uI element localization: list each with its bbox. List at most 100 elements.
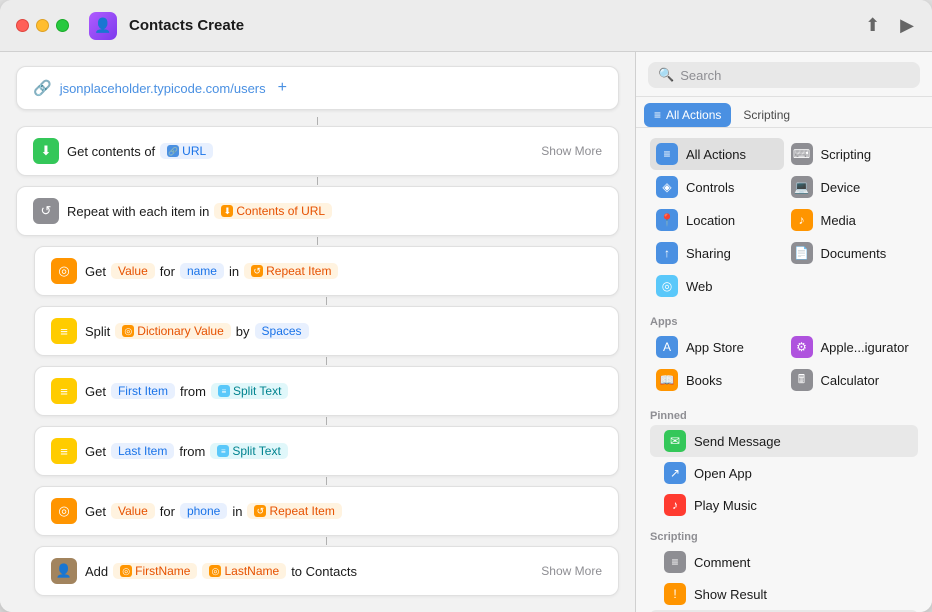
action-web[interactable]: ◎ Web (650, 270, 784, 302)
last-item-token: Last Item (111, 443, 174, 459)
scripting-tab-label: Scripting (743, 108, 790, 122)
all-actions-label: All Actions (686, 147, 746, 162)
repeat-item-token-2: ↺ Repeat Item (247, 503, 341, 519)
step-text-last: Get Last Item from ≡ Split Text (85, 443, 602, 459)
action-sharing[interactable]: ↑ Sharing (650, 237, 784, 269)
category-pinned: Pinned ✉ Send Message ↗ Open App ♪ Play … (636, 402, 932, 523)
workflow-panel: 🔗 jsonplaceholder.typicode.com/users + ⬇… (0, 52, 635, 612)
action-show-result[interactable]: ! Show Result (650, 578, 918, 610)
action-app-store[interactable]: A App Store (650, 331, 784, 363)
step-icon-split: ≡ (51, 318, 77, 344)
firstname-token: ◎ FirstName (113, 563, 197, 579)
app-window: 👤 Contacts Create ⬆ ▶ 🔗 jsonplaceholder.… (0, 0, 932, 612)
controls-icon: ◈ (656, 176, 678, 198)
all-actions-tab-icon: ≡ (654, 108, 661, 122)
all-actions-icon: ≡ (656, 143, 678, 165)
url-token-icon: 🔗 (167, 145, 179, 157)
step-text-repeat: Repeat with each item in ⬇ Contents of U… (67, 203, 602, 219)
show-more-get-contents[interactable]: Show More (541, 144, 602, 158)
open-app-label: Open App (694, 466, 752, 481)
apps-grid: A App Store ⚙ Apple...igurator 📖 Books (650, 331, 918, 400)
action-controls[interactable]: ◈ Controls (650, 171, 784, 203)
step-icon-repeat: ↺ (33, 198, 59, 224)
close-button[interactable] (16, 19, 29, 32)
web-label: Web (686, 279, 713, 294)
pinned-category-label: Pinned (650, 404, 918, 425)
search-icon: 🔍 (658, 67, 674, 83)
step-text-first: Get First Item from ≡ Split Text (85, 383, 602, 399)
controls-label: Controls (686, 180, 734, 195)
step-add-contact[interactable]: 👤 Add ◎ FirstName ◎ LastName to Contacts (34, 546, 619, 596)
action-scripting[interactable]: ⌨ Scripting (785, 138, 919, 170)
books-icon: 📖 (656, 369, 678, 391)
action-send-message[interactable]: ✉ Send Message (650, 425, 918, 457)
sharing-label: Sharing (686, 246, 731, 261)
share-button[interactable]: ⬆ (863, 13, 882, 38)
location-icon: 📍 (656, 209, 678, 231)
action-media[interactable]: ♪ Media (785, 204, 919, 236)
name-token: name (180, 263, 224, 279)
split-text-icon-1: ≡ (218, 385, 230, 397)
dict-value-token: ◎ Dictionary Value (115, 323, 230, 339)
contents-token: ⬇ Contents of URL (214, 203, 332, 219)
step-get-first[interactable]: ≡ Get First Item from ≡ Split Text (34, 366, 619, 416)
firstname-icon: ◎ (120, 565, 132, 577)
repeat-item-token: ↺ Repeat Item (244, 263, 338, 279)
connector-7 (326, 477, 327, 485)
link-icon: 🔗 (33, 79, 52, 97)
run-button[interactable]: ▶ (898, 13, 916, 38)
action-all-actions[interactable]: ≡ All Actions (650, 138, 784, 170)
action-books[interactable]: 📖 Books (650, 364, 784, 396)
actions-list: ≡ All Actions ⌨ Scripting ◈ Controls � (636, 128, 932, 612)
step-text-get-name: Get Value for name in ↺ Repeat Item (85, 263, 602, 279)
action-device[interactable]: 💻 Device (785, 171, 919, 203)
fullscreen-button[interactable] (56, 19, 69, 32)
titlebar: 👤 Contacts Create ⬆ ▶ (0, 0, 932, 52)
step-icon-get-name: ◎ (51, 258, 77, 284)
apps-category-label: Apps (650, 310, 918, 331)
lastname-token: ◎ LastName (202, 563, 286, 579)
step-repeat[interactable]: ↺ Repeat with each item in ⬇ Contents of… (16, 186, 619, 236)
minimize-button[interactable] (36, 19, 49, 32)
app-store-label: App Store (686, 340, 744, 355)
phone-token: phone (180, 503, 227, 519)
documents-icon: 📄 (791, 242, 813, 264)
device-icon: 💻 (791, 176, 813, 198)
open-app-icon: ↗ (664, 462, 686, 484)
scripting-icon: ⌨ (791, 143, 813, 165)
action-comment[interactable]: ≡ Comment (650, 546, 918, 578)
app-icon: 👤 (89, 12, 117, 40)
value-token: Value (111, 263, 155, 279)
action-location[interactable]: 📍 Location (650, 204, 784, 236)
connector-2 (317, 177, 318, 185)
action-apple-configurator[interactable]: ⚙ Apple...igurator (785, 331, 919, 363)
step-get-name[interactable]: ◎ Get Value for name in ↺ Repeat Item (34, 246, 619, 296)
tab-all-actions[interactable]: ≡ All Actions (644, 103, 731, 127)
step-split[interactable]: ≡ Split ◎ Dictionary Value by Spaces (34, 306, 619, 356)
action-play-music[interactable]: ♪ Play Music (650, 489, 918, 521)
search-input[interactable] (680, 68, 910, 83)
calculator-label: Calculator (821, 373, 880, 388)
search-bar: 🔍 (636, 52, 932, 97)
search-input-wrap[interactable]: 🔍 (648, 62, 920, 88)
step-get-phone[interactable]: ◎ Get Value for phone in ↺ Repeat Item (34, 486, 619, 536)
inner-steps: ◎ Get Value for name in ↺ Repeat Item (34, 246, 619, 596)
step-get-last[interactable]: ≡ Get Last Item from ≡ Split Text (34, 426, 619, 476)
url-bar[interactable]: 🔗 jsonplaceholder.typicode.com/users + (16, 66, 619, 110)
step-text-add-contact: Add ◎ FirstName ◎ LastName to Contacts (85, 563, 533, 579)
show-more-add[interactable]: Show More (541, 564, 602, 578)
tab-scripting[interactable]: Scripting (733, 103, 800, 127)
app-store-icon: A (656, 336, 678, 358)
action-open-app[interactable]: ↗ Open App (650, 457, 918, 489)
contents-token-icon: ⬇ (221, 205, 233, 217)
step-get-contents[interactable]: ⬇ Get contents of 🔗 URL Show More (16, 126, 619, 176)
step-icon-get-contents: ⬇ (33, 138, 59, 164)
repeat-item-icon-2: ↺ (254, 505, 266, 517)
action-calculator[interactable]: 🖩 Calculator (785, 364, 919, 396)
connector-5 (326, 357, 327, 365)
main-content: 🔗 jsonplaceholder.typicode.com/users + ⬇… (0, 52, 932, 612)
add-url-button[interactable]: + (278, 79, 287, 97)
scripting-category-label: Scripting (650, 525, 918, 546)
step-text-get-contents: Get contents of 🔗 URL (67, 143, 533, 159)
action-documents[interactable]: 📄 Documents (785, 237, 919, 269)
